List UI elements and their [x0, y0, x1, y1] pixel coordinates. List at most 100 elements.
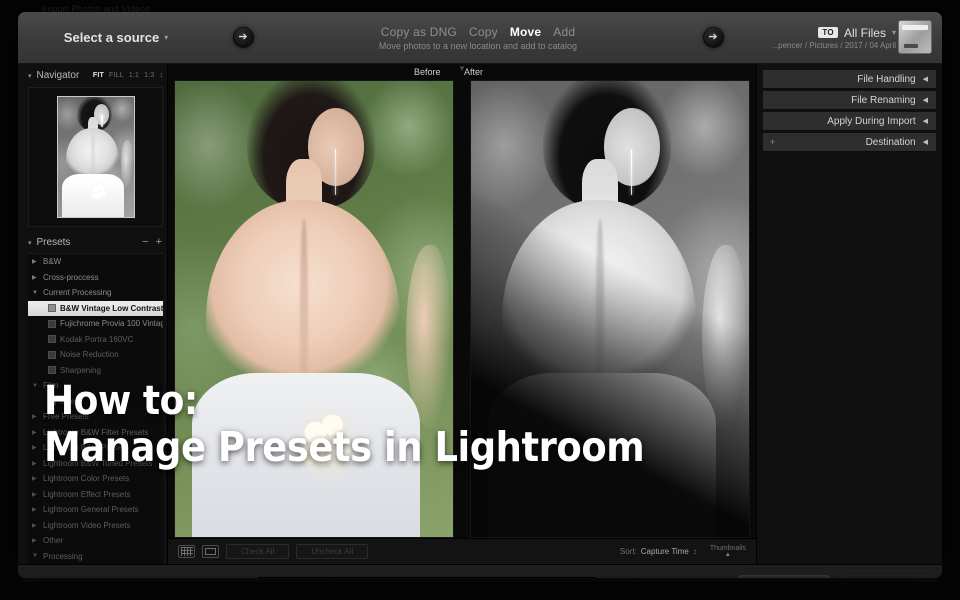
- navigator-preview[interactable]: [28, 87, 163, 227]
- mode-copy[interactable]: Copy: [469, 25, 498, 39]
- preset-item[interactable]: ▶ Free Presets: [28, 409, 163, 425]
- mode-copy-as-dng[interactable]: Copy as DNG: [381, 25, 457, 39]
- disclosure-caret-icon[interactable]: ▶: [32, 460, 39, 467]
- thumbnails-slider-control[interactable]: Thumbnails ▲: [710, 545, 746, 558]
- preset-item-label: Invert: [60, 396, 81, 406]
- disclosure-caret-icon[interactable]: ▶: [32, 258, 39, 265]
- import-button[interactable]: Import: [840, 575, 932, 578]
- right-panel: File Handling ◀ File Renaming ◀ Apply During…: [756, 64, 942, 564]
- preset-item-label: Cross-proccess: [43, 272, 99, 282]
- thumbnails-label: Thumbnails: [709, 545, 746, 552]
- preset-item[interactable]: Fujichrome Provia 100 Vintage: [28, 316, 163, 332]
- preset-item[interactable]: ▶ Lightroom General Presets: [28, 502, 163, 518]
- select-source-button[interactable]: Select a source ▾: [18, 30, 214, 45]
- after-photo[interactable]: [470, 80, 750, 538]
- presets-header[interactable]: ▾ Presets − +: [24, 235, 167, 250]
- disclosure-caret-icon[interactable]: ▶: [32, 537, 39, 544]
- navigator-header[interactable]: ▾ Navigator FIT FILL 1:1 1:3 ↕: [24, 68, 167, 83]
- dialog-footer: ▲ 0 photos / 0 bytes Import Preset : Non…: [18, 564, 942, 578]
- preset-item[interactable]: Invert: [28, 394, 163, 410]
- disclosure-caret-icon[interactable]: ▼: [32, 290, 39, 296]
- import-mode-description: Move photos to a new location and add to…: [378, 40, 578, 51]
- chevron-down-icon-destination: ▾: [891, 27, 896, 37]
- disclosure-caret-icon[interactable]: ▶: [32, 444, 39, 451]
- preset-item[interactable]: ▶ Lightroom B&W Presets: [28, 440, 163, 456]
- before-photo[interactable]: [174, 80, 454, 538]
- preset-item[interactable]: Noise Reduction: [28, 347, 163, 363]
- preset-item[interactable]: ▶ Lightroom B&W Filter Presets: [28, 425, 163, 441]
- cancel-button[interactable]: Cancel: [738, 575, 830, 578]
- preset-item-label: Lightroom B&W Presets: [43, 443, 129, 453]
- preset-item[interactable]: Sharpening: [28, 363, 163, 379]
- sort-control[interactable]: Sort: Capture Time ↕: [620, 547, 703, 556]
- loupe-view-icon[interactable]: [202, 545, 219, 558]
- preset-item[interactable]: ▼ Film: [28, 378, 163, 394]
- section-collapse-icon[interactable]: ◀: [923, 75, 928, 83]
- disclosure-caret-icon[interactable]: ▶: [32, 475, 39, 482]
- mode-move[interactable]: Move: [510, 25, 541, 39]
- grid-view-icon[interactable]: [178, 545, 195, 558]
- zoom-stepper-icon[interactable]: ↕: [160, 72, 164, 79]
- preset-item-label: Other: [43, 536, 64, 546]
- right-panel-section-header[interactable]: + Destination ◀: [763, 133, 936, 152]
- select-source-label: Select a source: [63, 30, 160, 45]
- import-preset-selector[interactable]: Import Preset : None ↕: [257, 576, 598, 578]
- preset-item-label: Lightroom General Presets: [43, 505, 139, 515]
- right-panel-section-header[interactable]: File Handling ◀: [763, 70, 936, 89]
- disclosure-caret-icon[interactable]: ▼: [32, 383, 39, 389]
- import-dialog: Select a source ▾ ➔ Copy as DNG Copy Mov…: [18, 12, 942, 578]
- preset-item[interactable]: ▶ Other: [28, 533, 163, 549]
- disclosure-triangle-icon-presets[interactable]: ▾: [28, 239, 32, 247]
- add-preset-button[interactable]: +: [155, 237, 163, 248]
- mode-add[interactable]: Add: [553, 25, 575, 39]
- preset-item[interactable]: B&W Vintage Low Contrast: [28, 300, 163, 316]
- zoom-fill[interactable]: FILL: [109, 72, 124, 79]
- check-all-button[interactable]: Check All: [226, 544, 290, 559]
- disclosure-caret-icon[interactable]: ▶: [32, 522, 39, 529]
- add-destination-icon[interactable]: +: [770, 137, 775, 147]
- preset-item[interactable]: ▼ Processing: [28, 549, 163, 565]
- preset-thumbnail-icon: [48, 366, 56, 375]
- preset-item[interactable]: ▶ Lightroom Color Presets: [28, 471, 163, 487]
- navigator-title: Navigator: [36, 70, 80, 81]
- disclosure-triangle-icon[interactable]: ▾: [28, 72, 32, 80]
- right-panel-section-label: File Renaming: [851, 94, 916, 106]
- preset-thumbnail-icon: [48, 304, 56, 313]
- thumbnails-slider-handle[interactable]: ▲: [725, 552, 731, 558]
- preset-item-label: Sharpening: [60, 365, 101, 375]
- preset-item[interactable]: ▼ Current Processing: [28, 285, 163, 301]
- preset-item[interactable]: ▶ Lightroom Video Presets: [28, 518, 163, 534]
- preset-item-label: Processing: [43, 551, 83, 561]
- sort-stepper-icon[interactable]: ↕: [693, 547, 697, 556]
- remove-preset-button[interactable]: −: [141, 237, 149, 248]
- section-collapse-icon[interactable]: ◀: [923, 96, 928, 104]
- section-collapse-icon[interactable]: ◀: [923, 138, 928, 146]
- zoom-1-3[interactable]: 1:3: [144, 72, 154, 79]
- preset-item[interactable]: Kodak Portra 160VC: [28, 332, 163, 348]
- navigator-thumbnail: [56, 96, 135, 218]
- right-panel-section-header[interactable]: File Renaming ◀: [763, 91, 936, 110]
- preset-item[interactable]: ▶ Cross-proccess: [28, 270, 163, 286]
- right-panel-section-header[interactable]: Apply During Import ◀: [763, 112, 936, 131]
- uncheck-all-button[interactable]: Uncheck All: [296, 544, 369, 559]
- preset-item-label: Free Presets: [43, 412, 89, 422]
- zoom-fit[interactable]: FIT: [93, 72, 104, 79]
- disclosure-caret-icon[interactable]: ▶: [32, 274, 39, 281]
- disclosure-caret-icon[interactable]: ▶: [32, 491, 39, 498]
- preset-item[interactable]: ▶ Lightroom B&W Toned Presets: [28, 456, 163, 472]
- preset-item[interactable]: ▶ B&W: [28, 254, 163, 270]
- disclosure-caret-icon[interactable]: ▼: [32, 553, 39, 559]
- disclosure-caret-icon[interactable]: ▶: [32, 413, 39, 420]
- left-panel: ▾ Navigator FIT FILL 1:1 1:3 ↕ ▾ Presets…: [18, 64, 168, 564]
- zoom-1-1[interactable]: 1:1: [129, 72, 139, 79]
- preset-list[interactable]: ▶ B&W ▶ Cross-proccess ▼ Current Processing B&…: [28, 253, 163, 564]
- preset-item-label: B&W: [43, 257, 62, 267]
- preset-thumbnail-icon: [48, 319, 56, 328]
- before-label: Before: [414, 67, 441, 77]
- section-collapse-icon[interactable]: ◀: [923, 117, 928, 125]
- disclosure-caret-icon[interactable]: ▶: [32, 506, 39, 513]
- preset-item-label: Kodak Portra 160VC: [60, 334, 134, 344]
- preset-item[interactable]: ▶ Lightroom Effect Presets: [28, 487, 163, 503]
- disclosure-caret-icon[interactable]: ▶: [32, 429, 39, 436]
- preview-toolbar: Check All Uncheck All Sort: Capture Time…: [168, 538, 756, 564]
